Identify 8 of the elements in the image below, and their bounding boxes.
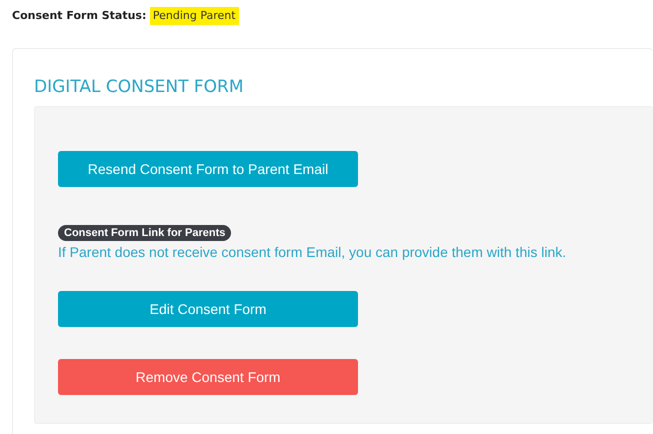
edit-button[interactable]: Edit Consent Form — [58, 291, 358, 327]
section-title: DIGITAL CONSENT FORM — [34, 77, 245, 97]
status-value: Pending Parent — [150, 7, 239, 25]
help-text: If Parent does not receive consent form Email, you can provide them with this link. — [58, 244, 566, 260]
badge: Consent Form Link for Parents — [58, 225, 232, 241]
status-label: Consent Form Status: — [12, 9, 146, 22]
remove-button[interactable]: Remove Consent Form — [58, 359, 358, 395]
resend-button[interactable]: Resend Consent Form to Parent Email — [58, 151, 358, 187]
